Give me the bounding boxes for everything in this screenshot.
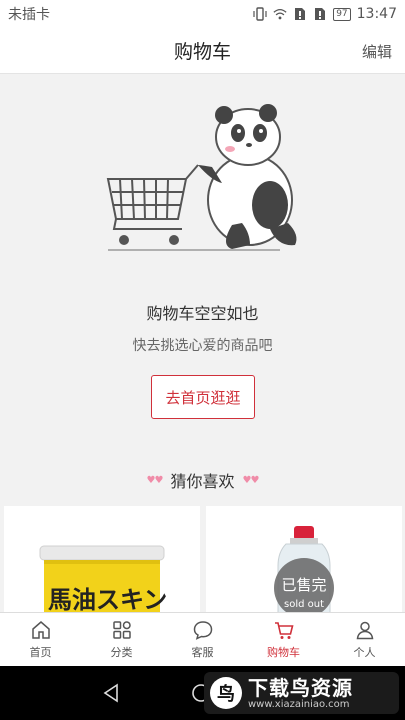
- heart-decoration-right-icon: ♥♥: [242, 474, 260, 486]
- product-card[interactable]: 馬油スキン: [4, 506, 200, 618]
- chat-icon: [193, 621, 212, 640]
- tab-home[interactable]: 首页: [0, 613, 81, 666]
- status-icons: 97 13:47: [253, 6, 397, 22]
- product-card[interactable]: 已售完 sold out: [206, 506, 402, 618]
- tab-label: 首页: [29, 646, 52, 659]
- jar-label-text: 馬油スキン: [48, 586, 167, 614]
- tab-label: 客服: [191, 646, 214, 659]
- sold-out-subtext: sold out: [284, 599, 324, 610]
- recommend-header: ♥♥ 猜你喜欢 ♥♥: [0, 468, 405, 492]
- tab-label: 购物车: [267, 646, 300, 659]
- tab-label: 个人: [353, 646, 376, 659]
- horse-oil-jar-image: 馬油スキン: [39, 545, 167, 618]
- wifi-icon: [273, 8, 287, 20]
- bottom-tab-bar: 首页 分类 客服 购物车 个人: [0, 612, 405, 666]
- status-bar: 未插卡 97 13:47: [0, 0, 405, 28]
- sold-out-badge: 已售完: [281, 576, 326, 594]
- toner-bottle-image: 已售完 sold out: [274, 526, 334, 618]
- page-title: 购物车: [173, 41, 231, 63]
- cart-icon: [274, 622, 294, 639]
- watermark-title: 下载鸟资源: [248, 675, 353, 700]
- clock: 13:47: [356, 6, 397, 22]
- watermark-logo: 鸟 下载鸟资源 www.xiazainiao.com: [204, 672, 399, 714]
- page-header: 购物车 编辑: [0, 28, 405, 74]
- sim-alert-icon-2: [315, 8, 326, 20]
- tab-profile[interactable]: 个人: [324, 613, 405, 666]
- empty-cart-title: 购物车空空如也: [146, 304, 259, 323]
- tab-category[interactable]: 分类: [81, 613, 162, 666]
- grid-icon: [112, 621, 131, 639]
- battery-indicator: 97: [333, 7, 351, 21]
- back-icon[interactable]: [100, 682, 122, 704]
- person-icon: [356, 621, 373, 640]
- go-home-button[interactable]: 去首页逛逛: [151, 375, 255, 419]
- empty-cart-subtitle: 快去挑选心爱的商品吧: [132, 338, 273, 354]
- sim-alert-icon: [295, 8, 306, 20]
- carrier-text: 未插卡: [8, 7, 50, 23]
- bird-logo-icon: 鸟: [210, 677, 242, 709]
- tab-cart[interactable]: 购物车: [243, 613, 324, 666]
- recommend-title: 猜你喜欢: [170, 472, 235, 491]
- edit-button[interactable]: 编辑: [362, 41, 392, 62]
- cart-screen: 未插卡 97 13:47 购物车 编辑 购物车空空如也 快去挑选心爱的商品吧 去…: [0, 0, 405, 720]
- watermark-text: 下载鸟资源 www.xiazainiao.com: [248, 677, 353, 710]
- watermark-url: www.xiazainiao.com: [248, 698, 350, 710]
- home-icon: [31, 621, 50, 639]
- tab-service[interactable]: 客服: [162, 613, 243, 666]
- system-nav-bar: 鸟 下载鸟资源 www.xiazainiao.com: [0, 666, 405, 720]
- heart-decoration-left-icon: ♥♥: [146, 474, 164, 486]
- tab-label: 分类: [110, 646, 133, 659]
- panda-cart-illustration: [106, 104, 297, 251]
- vibrate-icon: [253, 7, 267, 21]
